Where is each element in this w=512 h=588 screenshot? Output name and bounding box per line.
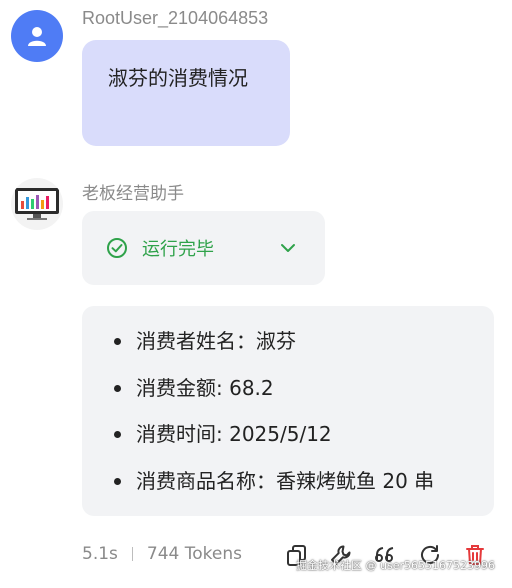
- list-item: 消费时间: 2025/5/12: [108, 417, 494, 464]
- check-circle-icon: [107, 238, 127, 258]
- list-item: 消费金额: 68.2: [108, 371, 494, 418]
- list-item: 消费商品名称：香辣烤鱿鱼 20 串: [108, 464, 494, 511]
- response-meta: 5.1s 744 Tokens: [82, 544, 242, 564]
- chevron-down-icon[interactable]: [279, 239, 297, 257]
- answer-list: 消费者姓名：淑芬 消费金额: 68.2 消费时间: 2025/5/12 消费商品…: [108, 324, 494, 510]
- monitor-chart-icon: [15, 188, 59, 220]
- user-avatar: [11, 10, 63, 62]
- answer-card: 消费者姓名：淑芬 消费金额: 68.2 消费时间: 2025/5/12 消费商品…: [82, 306, 494, 516]
- response-time: 5.1s: [82, 544, 118, 564]
- bot-avatar: [11, 178, 63, 230]
- user-message: 淑芬的消费情况: [82, 40, 290, 146]
- list-item: 消费者姓名：淑芬: [108, 324, 494, 371]
- token-count: 744 Tokens: [146, 544, 242, 564]
- bot-name: 老板经营助手: [82, 184, 184, 204]
- run-status-toggle[interactable]: 运行完毕: [82, 211, 325, 285]
- run-status-label: 运行完毕: [142, 239, 214, 260]
- user-name: RootUser_2104064853: [82, 8, 269, 28]
- user-icon: [28, 27, 46, 46]
- meta-divider: [131, 547, 133, 561]
- watermark: 掘金技术社区 @ user5655167523996: [296, 559, 495, 572]
